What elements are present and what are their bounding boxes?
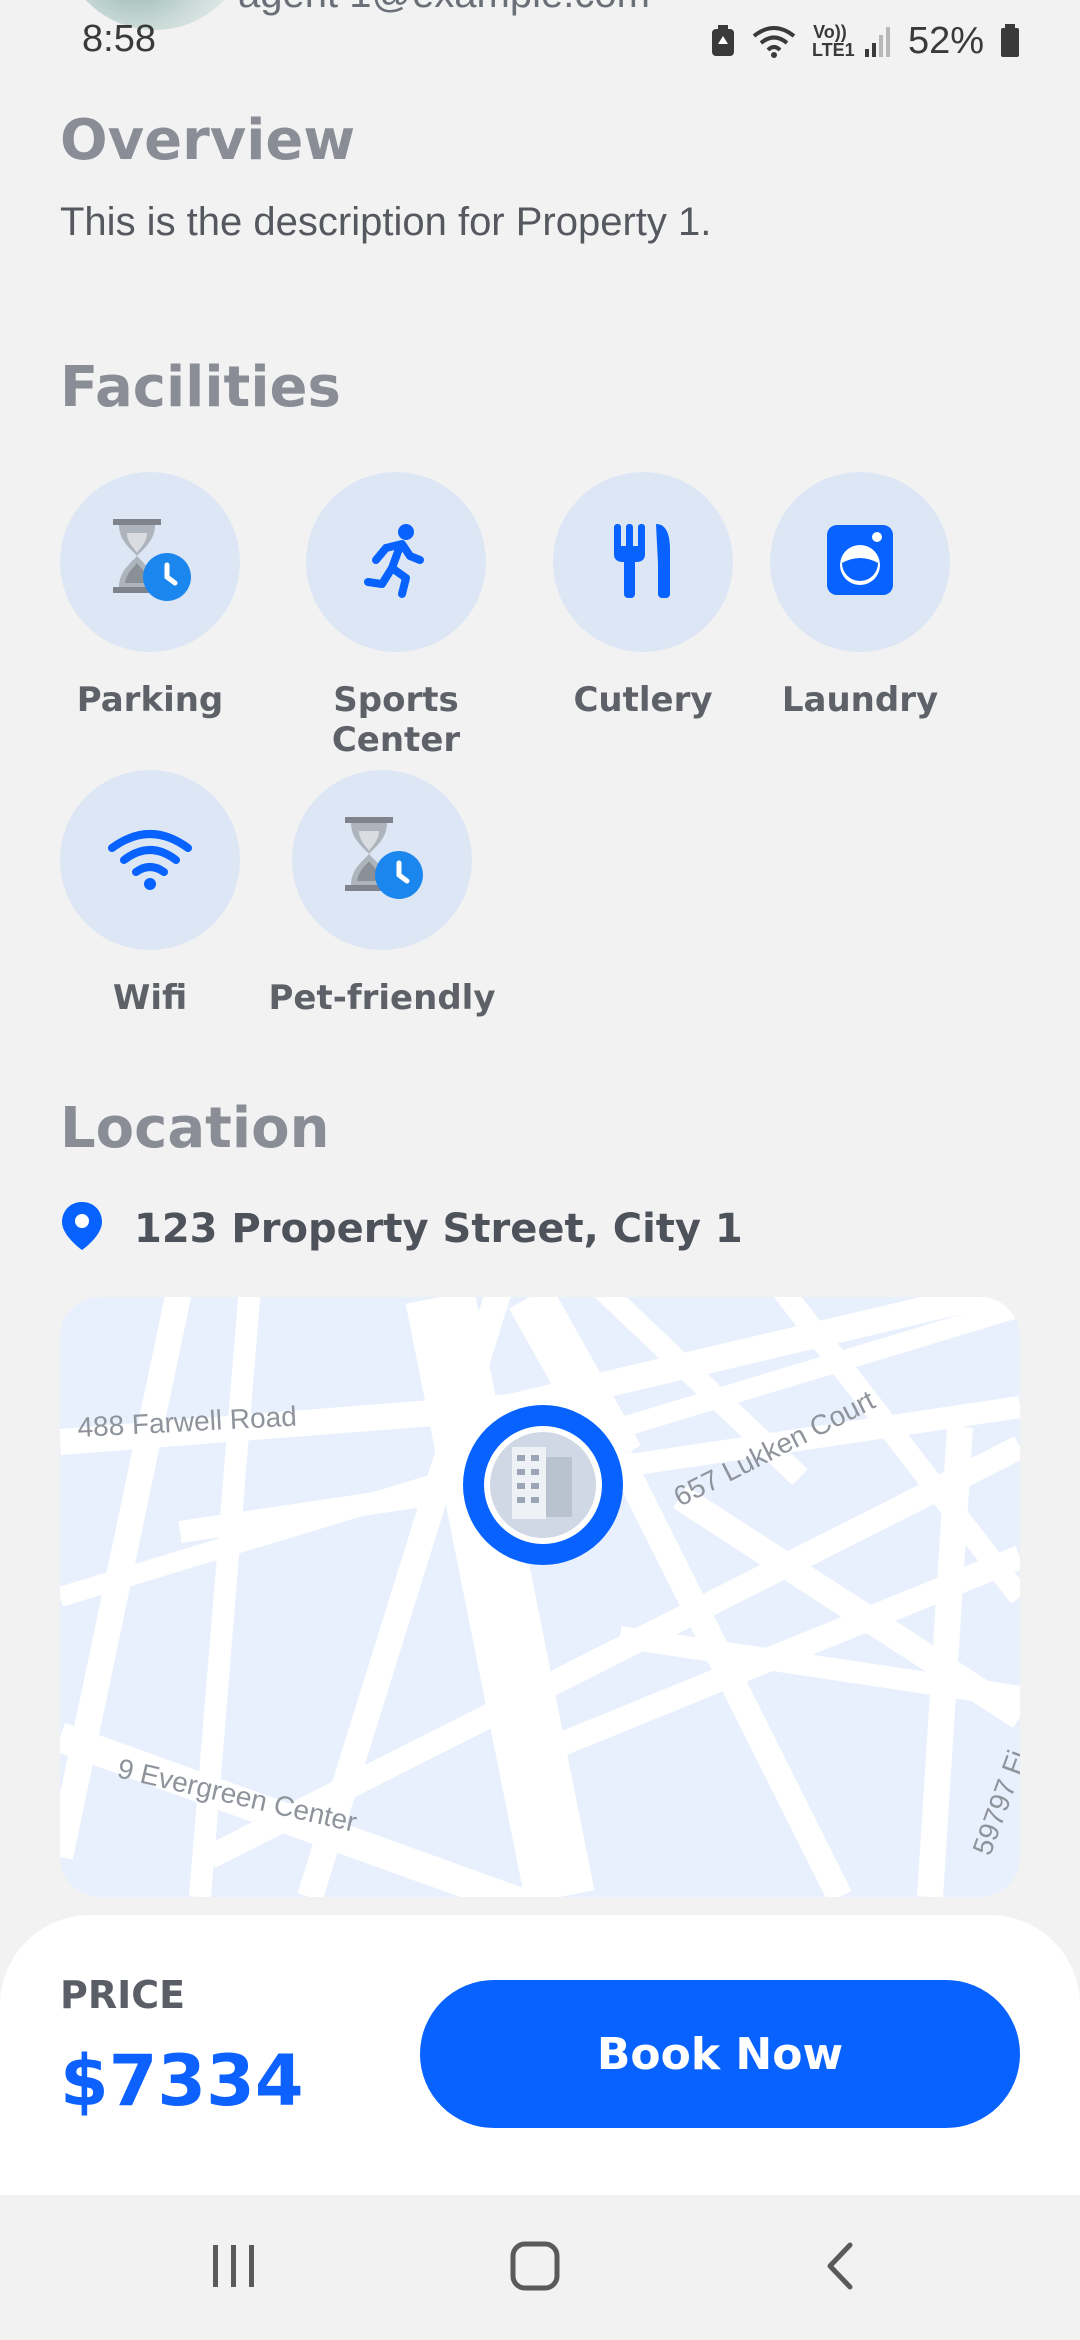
wifi-status-icon	[752, 24, 796, 58]
recent-apps-icon	[209, 2243, 259, 2294]
facility-sports-center[interactable]: Sports Center	[266, 472, 526, 760]
facility-icon-bg	[770, 472, 950, 652]
hourglass-clock-icon	[105, 515, 195, 610]
map-streets: 488 Farwell Road 657 Lukken Court 9 Ever…	[60, 1297, 1020, 1897]
facility-laundry[interactable]: Laundry	[730, 472, 990, 720]
back-button[interactable]	[800, 2238, 880, 2298]
status-time: 8:58	[82, 18, 156, 60]
facility-label: Pet-friendly	[268, 978, 496, 1018]
facility-icon-bg	[292, 770, 472, 950]
map-pin-icon	[60, 1200, 104, 1257]
facility-parking[interactable]: Parking	[20, 472, 280, 720]
home-button[interactable]	[495, 2238, 575, 2298]
agent-email: agent 1@example.com	[238, 0, 650, 17]
price-label: PRICE	[60, 1973, 186, 2017]
facility-icon-bg	[60, 472, 240, 652]
price-value: $7334	[60, 2040, 304, 2122]
home-icon	[509, 2240, 561, 2297]
facility-label: Parking	[76, 680, 224, 720]
running-person-icon	[356, 520, 436, 605]
washing-machine-icon	[825, 523, 895, 602]
recent-apps-button[interactable]	[194, 2238, 274, 2298]
cutlery-icon	[608, 520, 678, 605]
facility-wifi[interactable]: Wifi	[20, 770, 280, 1018]
facility-label: Wifi	[112, 978, 188, 1018]
book-now-button[interactable]: Book Now	[420, 1980, 1020, 2128]
property-marker-icon[interactable]	[463, 1405, 623, 1565]
location-title: Location	[60, 1096, 330, 1161]
location-address: 123 Property Street, City 1	[134, 1205, 743, 1252]
facility-icon-bg	[553, 472, 733, 652]
back-icon	[822, 2241, 858, 2296]
location-row: 123 Property Street, City 1	[60, 1200, 743, 1257]
status-icons: Vo)) LTE1 52%	[710, 16, 1020, 66]
facility-icon-bg	[60, 770, 240, 950]
overview-description: This is the description for Property 1.	[60, 200, 712, 244]
battery-percent: 52%	[907, 19, 984, 62]
signal-icon	[864, 25, 892, 57]
wifi-icon	[108, 826, 192, 895]
facility-label: Sports Center	[331, 680, 461, 760]
location-map[interactable]: 488 Farwell Road 657 Lukken Court 9 Ever…	[60, 1297, 1020, 1897]
hourglass-clock-icon	[337, 813, 427, 908]
facility-icon-bg	[306, 472, 486, 652]
battery-icon	[1000, 24, 1020, 58]
facilities-title: Facilities	[60, 355, 341, 420]
battery-saver-icon	[710, 24, 736, 58]
facility-pet-friendly[interactable]: Pet-friendly	[252, 770, 512, 1018]
volte-icon: Vo)) LTE1	[811, 22, 855, 60]
facility-label: Laundry	[781, 680, 939, 720]
overview-title: Overview	[60, 108, 356, 173]
